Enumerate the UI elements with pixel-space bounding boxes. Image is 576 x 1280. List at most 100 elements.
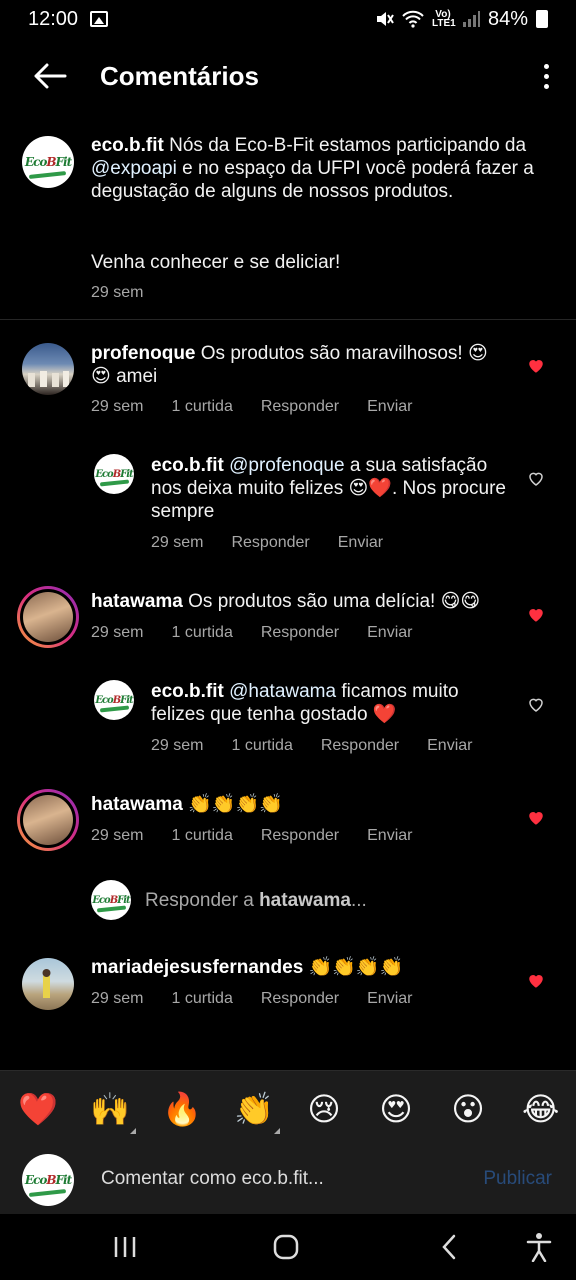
reply-username[interactable]: eco.b.fit bbox=[151, 681, 224, 702]
comment-text: hatawama 👏👏👏👏 bbox=[91, 794, 283, 815]
avatar-hatawama-story-ring[interactable] bbox=[17, 789, 79, 851]
comment-time: 29 sem bbox=[91, 398, 144, 415]
reply-to-text: Responder a hatawama... bbox=[145, 890, 367, 911]
comment-time: 29 sem bbox=[91, 827, 144, 844]
like-heart-icon[interactable] bbox=[527, 357, 545, 375]
emoji-quick-bar: ❤️ 🙌 🔥 👏 😢 😍 😮 😂 bbox=[0, 1070, 576, 1146]
likes-count[interactable]: 1 curtida bbox=[171, 827, 232, 845]
publish-button[interactable]: Publicar bbox=[483, 1168, 552, 1190]
likes-count[interactable]: 1 curtida bbox=[231, 737, 292, 755]
eco-b-fit-logo: EcoBFit bbox=[24, 1173, 72, 1187]
reply-meta: 29 sem Responder Enviar bbox=[151, 534, 411, 552]
like-heart-icon[interactable] bbox=[527, 606, 545, 624]
caption-text: eco.b.fit Nós da Eco-B-Fit estamos parti… bbox=[91, 135, 534, 202]
back-chevron-icon bbox=[442, 1234, 456, 1260]
eco-b-fit-logo: EcoBFit bbox=[92, 894, 130, 906]
home-button[interactable] bbox=[260, 1214, 312, 1280]
like-heart-icon[interactable] bbox=[527, 972, 545, 990]
send-button[interactable]: Enviar bbox=[367, 624, 412, 642]
caption-time: 29 sem bbox=[91, 284, 144, 301]
likes-count[interactable]: 1 curtida bbox=[171, 624, 232, 642]
comment-text: profenoque Os produtos são maravilhosos!… bbox=[91, 343, 488, 387]
reply-button[interactable]: Responder bbox=[321, 737, 399, 755]
accessibility-icon bbox=[526, 1233, 552, 1262]
send-button[interactable]: Enviar bbox=[367, 398, 412, 416]
comment-meta: 29 sem 1 curtida Responder Enviar bbox=[91, 990, 440, 1008]
comment-username[interactable]: hatawama bbox=[91, 591, 183, 612]
avatar-hatawama bbox=[20, 589, 76, 645]
accessibility-button[interactable] bbox=[514, 1214, 564, 1280]
caption-username[interactable]: eco.b.fit bbox=[91, 135, 164, 156]
reply-button[interactable]: Responder bbox=[231, 534, 309, 552]
eco-b-fit-logo: EcoBFit bbox=[95, 468, 133, 480]
send-button[interactable]: Enviar bbox=[367, 990, 412, 1008]
more-options-button[interactable] bbox=[516, 38, 576, 114]
mention-link[interactable]: @expoapi bbox=[91, 158, 177, 179]
comment-meta: 29 sem 1 curtida Responder Enviar bbox=[91, 624, 440, 642]
comment-text: hatawama Os produtos são uma delícia! 😋😋 bbox=[91, 591, 481, 612]
profile-photo bbox=[28, 371, 69, 387]
avatar-profenoque[interactable] bbox=[22, 343, 74, 395]
eco-b-fit-logo: EcoBFit bbox=[95, 694, 133, 706]
comment-time: 29 sem bbox=[91, 990, 144, 1007]
reply-time: 29 sem bbox=[151, 737, 204, 754]
avatar-eco-b-fit[interactable]: EcoBFit bbox=[22, 136, 74, 188]
image-notification-icon bbox=[90, 11, 109, 27]
avatar-mariadejesusfernandes[interactable] bbox=[22, 958, 74, 1010]
home-icon bbox=[273, 1234, 299, 1260]
reply-text: eco.b.fit @hatawama ficamos muito felize… bbox=[151, 681, 459, 725]
emoji-fire[interactable]: 🔥 bbox=[162, 1090, 202, 1128]
emoji-laughing[interactable]: 😂 bbox=[522, 1090, 559, 1128]
status-icons: Vo) LTE1 84% bbox=[374, 8, 548, 31]
likes-count[interactable]: 1 curtida bbox=[171, 990, 232, 1008]
comment-meta: 29 sem 1 curtida Responder Enviar bbox=[91, 827, 440, 845]
comment-composer: EcoBFit Comentar como eco.b.fit... Publi… bbox=[0, 1146, 576, 1214]
send-button[interactable]: Enviar bbox=[338, 534, 383, 552]
battery-percentage: 84% bbox=[487, 7, 528, 30]
emoji-crying[interactable]: 😢 bbox=[306, 1090, 342, 1128]
reply-button[interactable]: Responder bbox=[261, 624, 339, 642]
status-bar: 12:00 Vo) LTE1 84% bbox=[0, 0, 576, 38]
emoji-clapping[interactable]: 👏 bbox=[234, 1090, 280, 1134]
avatar-eco-b-fit[interactable]: EcoBFit bbox=[94, 454, 134, 494]
comment-username[interactable]: hatawama bbox=[91, 794, 183, 815]
like-heart-icon[interactable] bbox=[527, 809, 545, 827]
likes-count[interactable]: 1 curtida bbox=[171, 398, 232, 416]
avatar-hatawama bbox=[20, 792, 76, 848]
emoji-surprised[interactable]: 😮 bbox=[450, 1090, 486, 1128]
caption-text-line2: Venha conhecer e se deliciar! bbox=[91, 252, 341, 273]
reply-username[interactable]: eco.b.fit bbox=[151, 455, 224, 476]
back-button[interactable] bbox=[0, 38, 100, 114]
emoji-raised-hands[interactable]: 🙌 bbox=[90, 1090, 136, 1134]
mute-icon bbox=[376, 12, 394, 26]
eco-b-fit-logo: EcoBFit bbox=[24, 155, 72, 169]
send-button[interactable]: Enviar bbox=[427, 737, 472, 755]
comment-input[interactable]: Comentar como eco.b.fit... bbox=[101, 1168, 324, 1190]
reply-text: eco.b.fit @profenoque a sua satisfação n… bbox=[151, 455, 506, 522]
mention-link[interactable]: @profenoque bbox=[229, 455, 344, 476]
send-button[interactable]: Enviar bbox=[367, 827, 412, 845]
clock: 12:00 bbox=[28, 7, 79, 30]
comment-meta: 29 sem 1 curtida Responder Enviar bbox=[91, 398, 440, 416]
comment-time: 29 sem bbox=[91, 624, 144, 641]
back-nav-button[interactable] bbox=[424, 1214, 474, 1280]
comment-username[interactable]: mariadejesusfernandes bbox=[91, 957, 303, 978]
emoji-heart-eyes[interactable]: 😍 bbox=[378, 1090, 414, 1128]
reply-button[interactable]: Responder bbox=[261, 827, 339, 845]
comment-username[interactable]: profenoque bbox=[91, 343, 196, 364]
caption-meta: 29 sem bbox=[91, 284, 171, 302]
app-header: Comentários bbox=[0, 38, 576, 114]
recent-apps-button[interactable] bbox=[100, 1214, 150, 1280]
like-heart-outline-icon[interactable] bbox=[527, 696, 545, 714]
reply-meta: 29 sem 1 curtida Responder Enviar bbox=[151, 737, 500, 755]
emoji-heart[interactable]: ❤️ bbox=[18, 1090, 58, 1128]
back-arrow-icon bbox=[34, 63, 67, 89]
reply-button[interactable]: Responder bbox=[261, 398, 339, 416]
mention-link[interactable]: @hatawama bbox=[229, 681, 336, 702]
signal-icon bbox=[462, 11, 480, 27]
avatar-hatawama-story-ring[interactable] bbox=[17, 586, 79, 648]
wifi-icon bbox=[402, 10, 424, 28]
reply-button[interactable]: Responder bbox=[261, 990, 339, 1008]
avatar-eco-b-fit[interactable]: EcoBFit bbox=[94, 680, 134, 720]
like-heart-outline-icon[interactable] bbox=[527, 470, 545, 488]
